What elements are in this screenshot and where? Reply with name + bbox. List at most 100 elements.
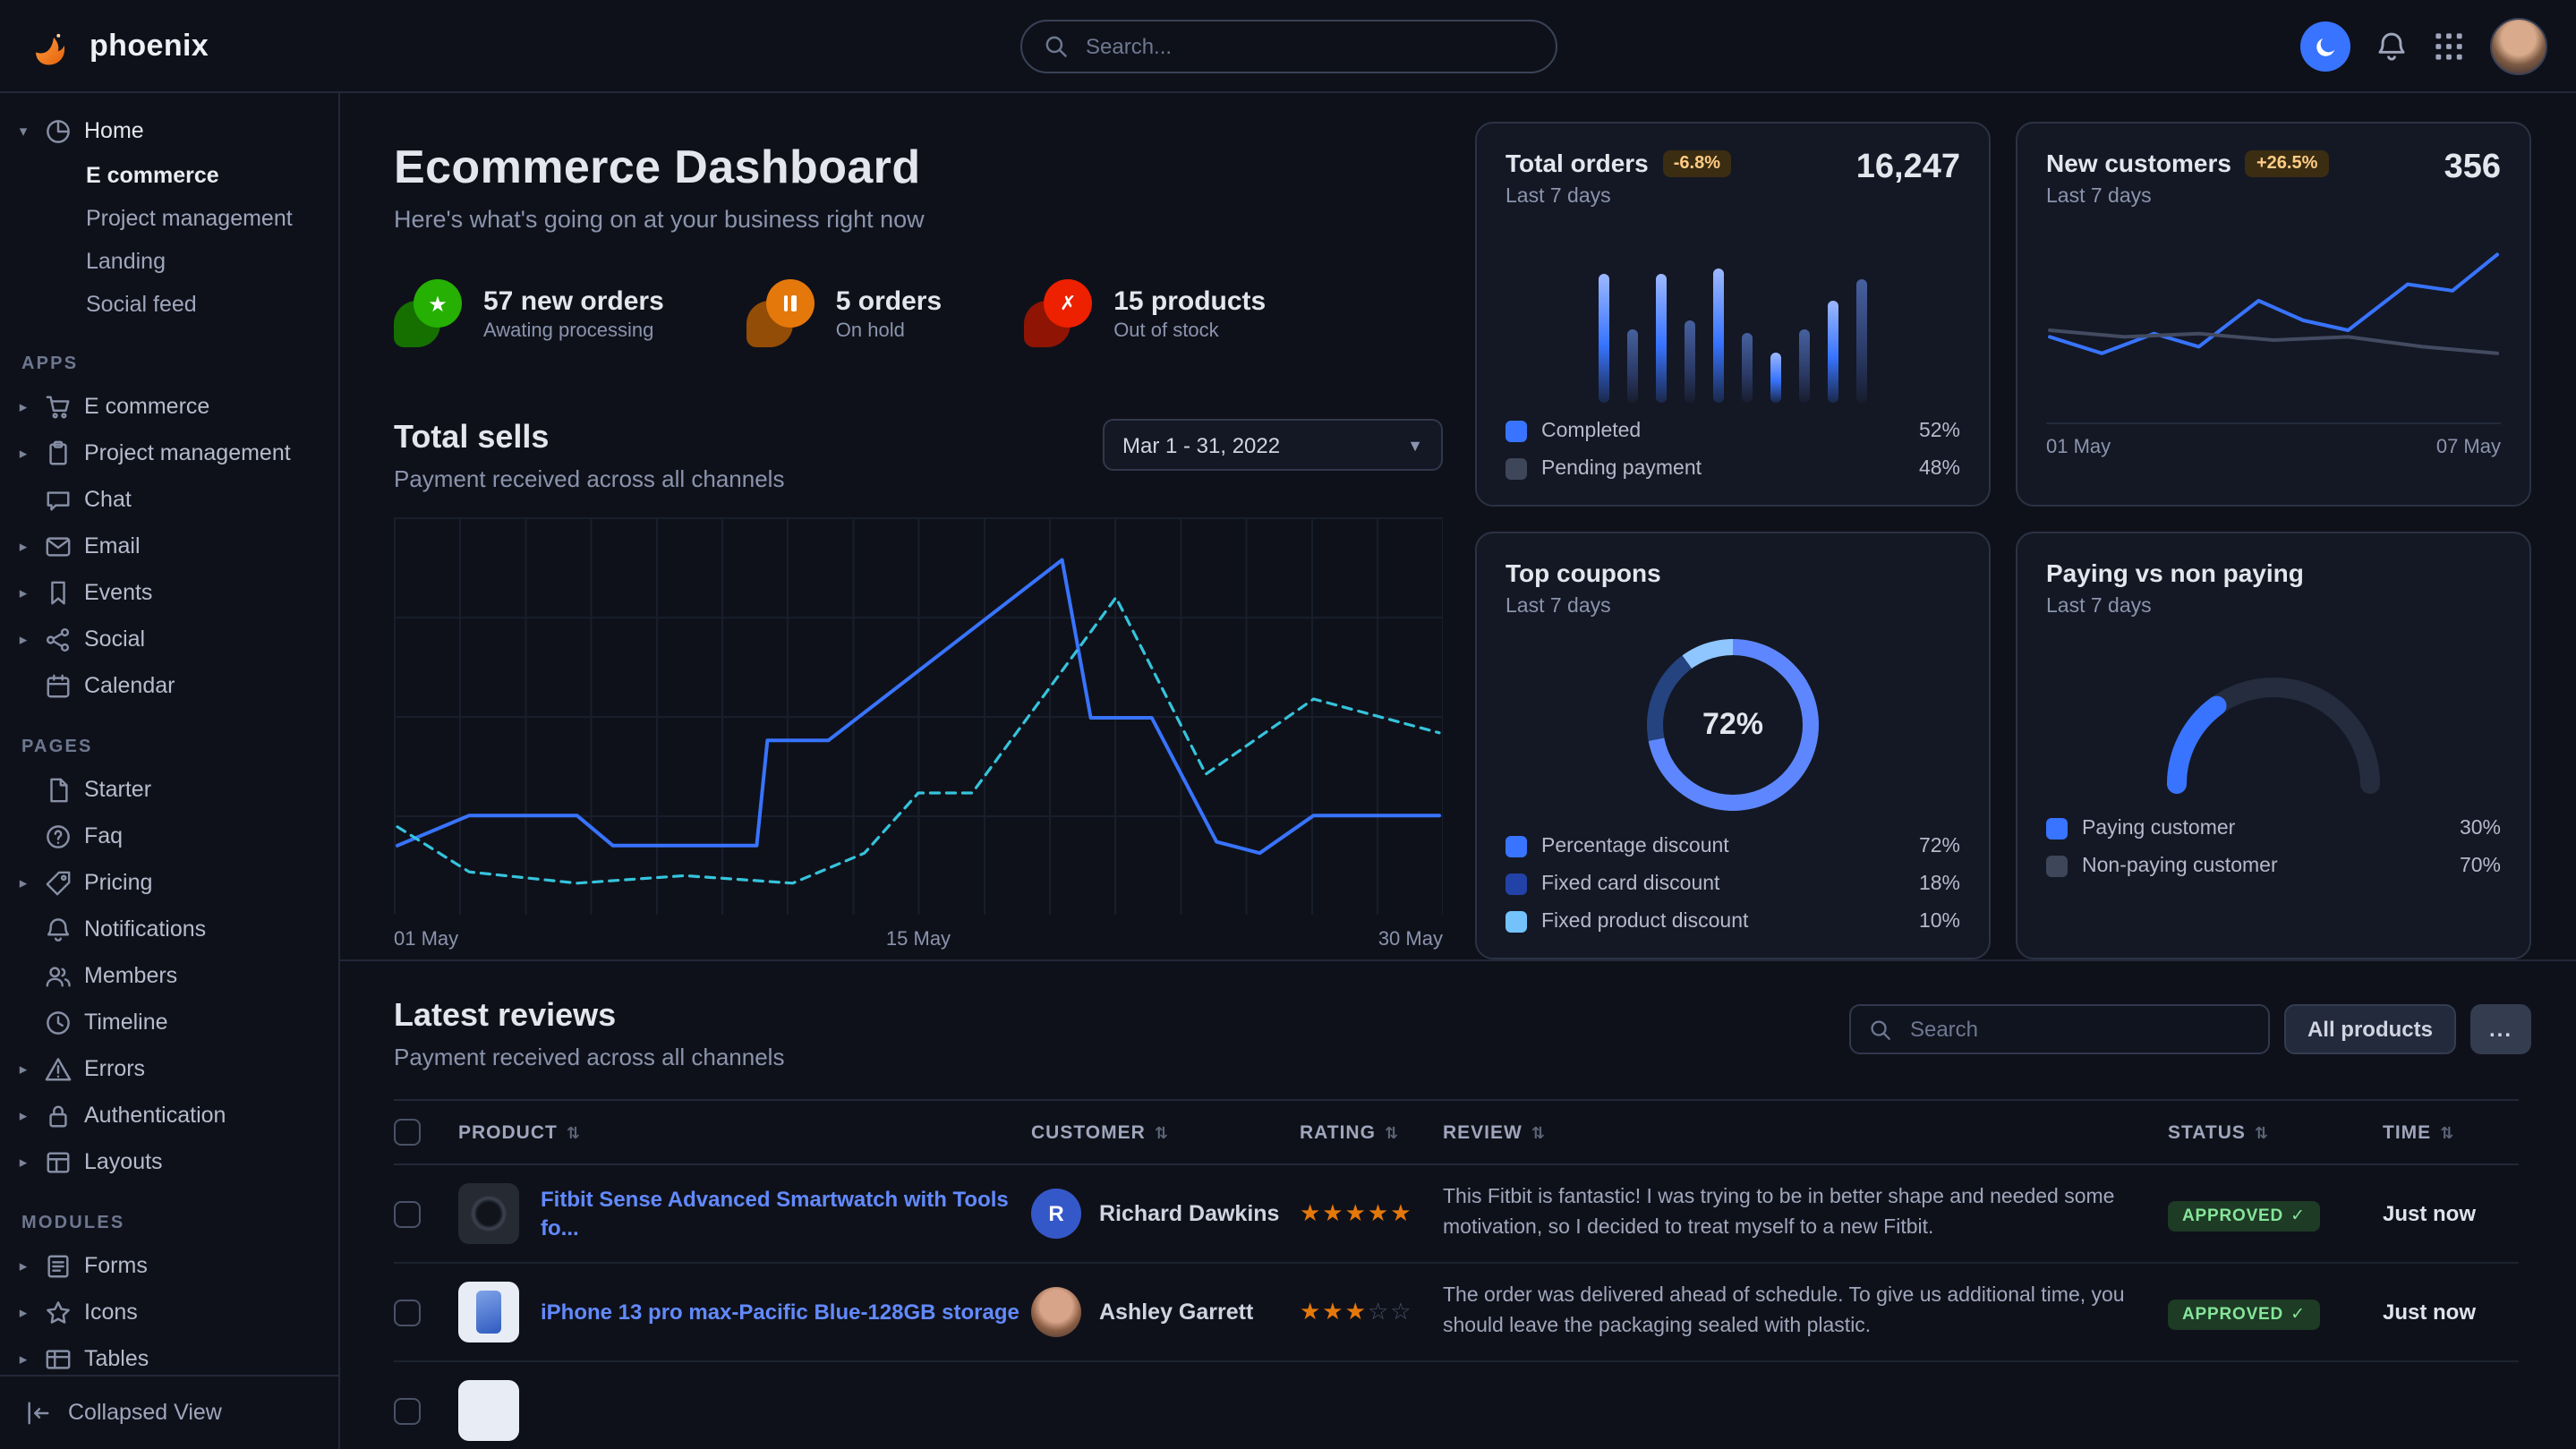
notifications-bell-icon[interactable] (2376, 30, 2408, 62)
caret-icon: ▸ (14, 536, 32, 556)
star-icon (45, 1299, 72, 1325)
apps-grid-icon[interactable] (2433, 30, 2465, 62)
on-hold-icon (746, 279, 815, 347)
caret-icon: ▸ (14, 1302, 32, 1322)
clock-icon (45, 1009, 72, 1036)
more-actions-button[interactable]: ... (2470, 1004, 2531, 1054)
sidebar-item-forms[interactable]: ▸Forms (0, 1242, 338, 1289)
product-link[interactable]: Fitbit Sense Advanced Smartwatch with To… (541, 1185, 1031, 1243)
sidebar-item-project-management[interactable]: ▸Project management (0, 430, 338, 476)
stat-subtitle: On hold (836, 320, 942, 341)
sort-icon: ⇅ (567, 1123, 581, 1141)
sidebar-item-starter[interactable]: Starter (0, 766, 338, 813)
search-icon (1043, 33, 1068, 58)
sidebar-nav: ▾HomeE commerceProject managementLanding… (0, 107, 338, 1374)
paying-card: Paying vs non paying Last 7 days Paying … (2016, 532, 2531, 959)
collapsed-view-toggle[interactable]: Collapsed View (0, 1374, 338, 1449)
date-range-select[interactable]: Mar 1 - 31, 2022 ▼ (1103, 419, 1443, 471)
product-link[interactable]: iPhone 13 pro max-Pacific Blue-128GB sto… (541, 1298, 1019, 1326)
caret-icon: ▸ (14, 396, 32, 416)
row-checkbox[interactable] (394, 1299, 421, 1325)
customer-avatar: R (1031, 1189, 1081, 1239)
legend-value: 70% (2460, 856, 2501, 877)
clipboard-icon (45, 439, 72, 466)
column-header-product[interactable]: PRODUCT⇅ (458, 1100, 1031, 1164)
sidebar-subitem-landing[interactable]: Landing (0, 240, 338, 283)
date-range-value: Mar 1 - 31, 2022 (1122, 432, 1280, 457)
sidebar-subitem-e-commerce[interactable]: E commerce (0, 154, 338, 197)
brand[interactable]: phoenix (29, 22, 351, 69)
theme-toggle-button[interactable] (2300, 21, 2350, 71)
reviews-search-input[interactable] (1906, 1015, 2250, 1044)
stats-row: ★ 57 new orders Awating processing 5 ord… (394, 279, 1443, 347)
top-coupons-card: Top coupons Last 7 days 72% Percentage d… (1475, 532, 1991, 959)
legend-value: 30% (2460, 818, 2501, 840)
order-bar (1799, 329, 1810, 403)
sidebar-item-layouts[interactable]: ▸Layouts (0, 1138, 338, 1185)
sidebar-item-pricing[interactable]: ▸Pricing (0, 859, 338, 906)
row-checkbox[interactable] (394, 1397, 421, 1424)
global-search[interactable] (1019, 19, 1557, 72)
phoenix-logo-icon (29, 22, 75, 69)
sidebar-item-timeline[interactable]: Timeline (0, 999, 338, 1045)
sidebar-item-members[interactable]: Members (0, 952, 338, 999)
sidebar-item-e-commerce[interactable]: ▸E commerce (0, 383, 338, 430)
order-bar (1656, 274, 1667, 403)
status-badge: APPROVED✓ (2168, 1200, 2320, 1231)
column-header-rating[interactable]: RATING⇅ (1300, 1100, 1443, 1164)
sidebar-item-authentication[interactable]: ▸Authentication (0, 1092, 338, 1138)
sidebar-section-pages: PAGES (21, 737, 338, 757)
sidebar-item-faq[interactable]: Faq (0, 813, 338, 859)
card-title: Total orders (1506, 149, 1649, 177)
star-icon: ★ (428, 291, 448, 316)
order-bar (1828, 301, 1838, 403)
user-avatar[interactable] (2490, 17, 2547, 74)
sidebar-item-home[interactable]: ▾Home (0, 107, 338, 154)
select-all-checkbox[interactable] (394, 1119, 421, 1146)
sidebar-item-events[interactable]: ▸Events (0, 569, 338, 616)
global-search-input[interactable] (1082, 31, 1533, 60)
caret-icon: ▸ (14, 629, 32, 649)
card-period: Last 7 days (1506, 596, 1960, 618)
donut-center-value: 72% (1647, 639, 1819, 811)
legend-label: Completed (1541, 421, 1641, 442)
moon-icon (2312, 33, 2339, 58)
column-header-review[interactable]: REVIEW⇅ (1443, 1100, 2168, 1164)
sidebar-item-label: Timeline (84, 1010, 168, 1035)
caret-icon: ▸ (14, 1349, 32, 1368)
sidebar-item-label: Faq (84, 823, 123, 848)
sidebar-item-social[interactable]: ▸Social (0, 616, 338, 662)
sidebar-item-tables[interactable]: ▸Tables (0, 1335, 338, 1374)
row-checkbox[interactable] (394, 1200, 421, 1227)
sidebar-item-notifications[interactable]: Notifications (0, 906, 338, 952)
sidebar-item-label: Home (84, 118, 144, 143)
order-bar (1713, 268, 1724, 403)
total-orders-value: 16,247 (1856, 149, 1960, 188)
sidebar-item-label: Icons (84, 1300, 138, 1325)
sidebar-item-chat[interactable]: Chat (0, 476, 338, 523)
order-bar (1685, 320, 1695, 403)
sidebar-item-email[interactable]: ▸Email (0, 523, 338, 569)
sort-icon: ⇅ (2440, 1123, 2454, 1141)
column-header-time[interactable]: TIME⇅ (2383, 1100, 2519, 1164)
column-header-customer[interactable]: CUSTOMER⇅ (1031, 1100, 1300, 1164)
sidebar-subitem-project-management[interactable]: Project management (0, 197, 338, 240)
new_customers_chart-series-previous (2050, 330, 2497, 354)
sidebar-item-calendar[interactable]: Calendar (0, 662, 338, 709)
reviews-search[interactable] (1849, 1004, 2270, 1054)
review-text: This Fitbit is fantastic! I was trying t… (1443, 1183, 2168, 1245)
orders-bar-chart (1506, 233, 1960, 403)
all-products-button[interactable]: All products (2284, 1004, 2456, 1054)
question-icon (45, 823, 72, 849)
sort-icon: ⇅ (2255, 1123, 2269, 1141)
legend-item: Paying customer 30% (2046, 818, 2501, 840)
card-period: Last 7 days (2046, 186, 2328, 208)
caret-icon: ▸ (14, 1152, 32, 1172)
legend-item: Percentage discount 72% (1506, 836, 1960, 857)
sidebar-item-errors[interactable]: ▸Errors (0, 1045, 338, 1092)
sidebar-subitem-social-feed[interactable]: Social feed (0, 283, 338, 326)
caret-icon: ▸ (14, 443, 32, 463)
review-row: iPhone 13 pro max-Pacific Blue-128GB sto… (394, 1263, 2519, 1361)
column-header-status[interactable]: STATUS⇅ (2168, 1100, 2383, 1164)
sidebar-item-icons[interactable]: ▸ Icons (0, 1289, 338, 1335)
